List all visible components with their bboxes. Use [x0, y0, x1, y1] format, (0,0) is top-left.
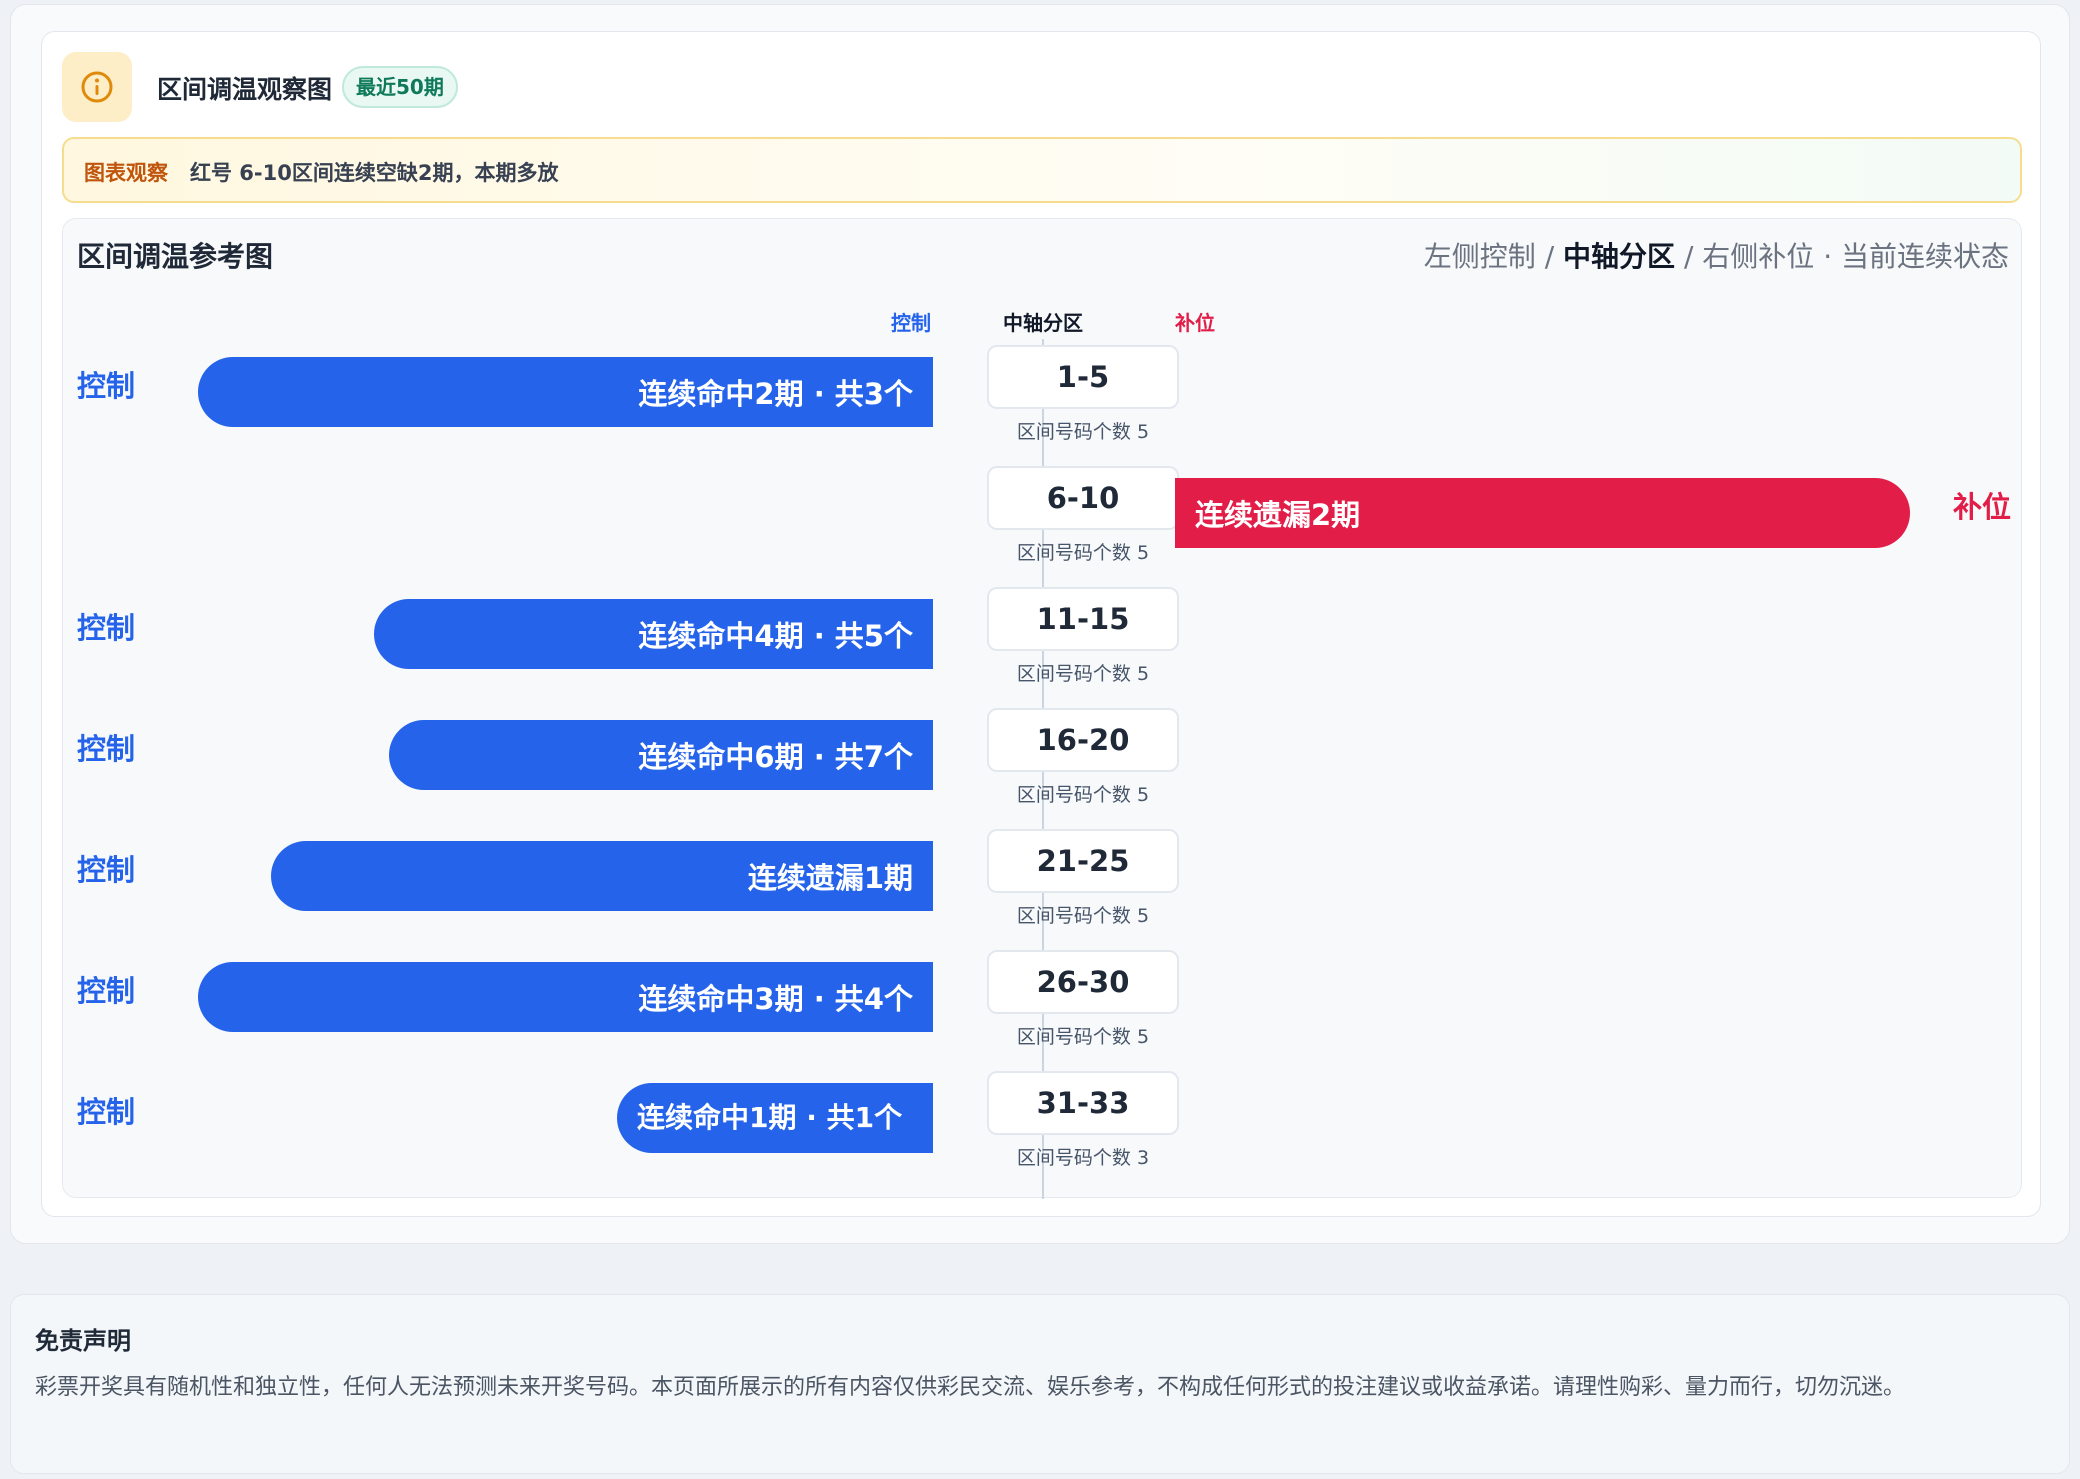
- zone-row: 16-20 区间号码个数 5 控制 连续命中6期 · 共7个: [63, 708, 2023, 806]
- zone-row: 6-10 区间号码个数 5 补位 连续遗漏2期: [63, 466, 2023, 564]
- legend-right: / 右侧补位 · 当前连续状态: [1675, 240, 2009, 273]
- disclaimer-section: 免责声明 彩票开奖具有随机性和独立性，任何人无法预测未来开奖号码。本页面所展示的…: [10, 1294, 2070, 1474]
- period-badge: 最近50期: [342, 66, 458, 108]
- observation-label: 图表观察: [84, 161, 168, 185]
- control-label: 控制: [77, 853, 136, 887]
- card-title: 区间调温观察图: [157, 75, 333, 104]
- zone-row: 21-25 区间号码个数 5 控制 连续遗漏1期: [63, 829, 2023, 927]
- fill-label: 补位: [1952, 490, 2011, 524]
- observation-text: 红号 6-10区间连续空缺2期，本期多放: [190, 161, 559, 185]
- control-bar: 连续遗漏1期: [271, 841, 933, 911]
- zone-row: 26-30 区间号码个数 5 控制 连续命中3期 · 共4个: [63, 950, 2023, 1048]
- zone-count: 区间号码个数 5: [1016, 421, 1150, 443]
- control-bar: 连续命中6期 · 共7个: [389, 720, 933, 790]
- disclaimer-title: 免责声明: [35, 1327, 131, 1355]
- column-head-axis: 中轴分区: [1003, 311, 1083, 335]
- zone-label: 16-20: [987, 708, 1179, 772]
- chart-panel: 区间调温参考图 左侧控制 / 中轴分区 / 右侧补位 · 当前连续状态 控制 中…: [62, 218, 2023, 1199]
- fill-bar: 连续遗漏2期: [1175, 478, 1910, 548]
- zone-label: 26-30: [987, 950, 1179, 1014]
- zone-label: 21-25: [987, 829, 1179, 893]
- zone-count: 区间号码个数 5: [1016, 1026, 1150, 1048]
- zone-label: 1-5: [987, 345, 1179, 409]
- column-head-fill: 补位: [1175, 311, 1215, 335]
- control-label: 控制: [77, 369, 136, 403]
- control-bar: 连续命中1期 · 共1个: [617, 1083, 933, 1153]
- zone-row: 1-5 区间号码个数 5 控制 连续命中2期 · 共3个: [63, 345, 2023, 443]
- zone-label: 11-15: [987, 587, 1179, 651]
- zone-count: 区间号码个数 5: [1016, 784, 1150, 806]
- zone-label: 6-10: [987, 466, 1179, 530]
- zone-label: 31-33: [987, 1071, 1179, 1135]
- zone-count: 区间号码个数 3: [1016, 1147, 1150, 1169]
- chart-card: 区间调温观察图 最近50期 图表观察 红号 6-10区间连续空缺2期，本期多放 …: [10, 4, 2070, 1244]
- zone-row: 31-33 区间号码个数 3 控制 连续命中1期 · 共1个: [63, 1071, 2023, 1169]
- zone-row: 11-15 区间号码个数 5 控制 连续命中4期 · 共5个: [63, 587, 2023, 685]
- legend-mid: 中轴分区: [1563, 240, 1676, 273]
- zone-count: 区间号码个数 5: [1016, 663, 1150, 685]
- legend-left: 左侧控制 /: [1423, 240, 1564, 273]
- zone-count: 区间号码个数 5: [1016, 542, 1150, 564]
- panel-title: 区间调温参考图: [77, 240, 274, 273]
- control-label: 控制: [77, 732, 136, 766]
- control-label: 控制: [77, 611, 136, 645]
- info-icon: [62, 52, 132, 122]
- control-bar: 连续命中2期 · 共3个: [198, 357, 933, 427]
- control-label: 控制: [77, 974, 136, 1008]
- zone-count: 区间号码个数 5: [1016, 905, 1150, 927]
- control-label: 控制: [77, 1095, 136, 1129]
- control-bar: 连续命中4期 · 共5个: [374, 599, 933, 669]
- observation-banner: 图表观察 红号 6-10区间连续空缺2期，本期多放: [62, 137, 2022, 203]
- control-bar: 连续命中3期 · 共4个: [198, 962, 933, 1032]
- chart-legend: 左侧控制 / 中轴分区 / 右侧补位 · 当前连续状态: [1424, 235, 2009, 275]
- disclaimer-text: 彩票开奖具有随机性和独立性，任何人无法预测未来开奖号码。本页面所展示的所有内容仅…: [35, 1375, 1906, 1400]
- chart-inner-card: 区间调温观察图 最近50期 图表观察 红号 6-10区间连续空缺2期，本期多放 …: [41, 31, 2041, 1217]
